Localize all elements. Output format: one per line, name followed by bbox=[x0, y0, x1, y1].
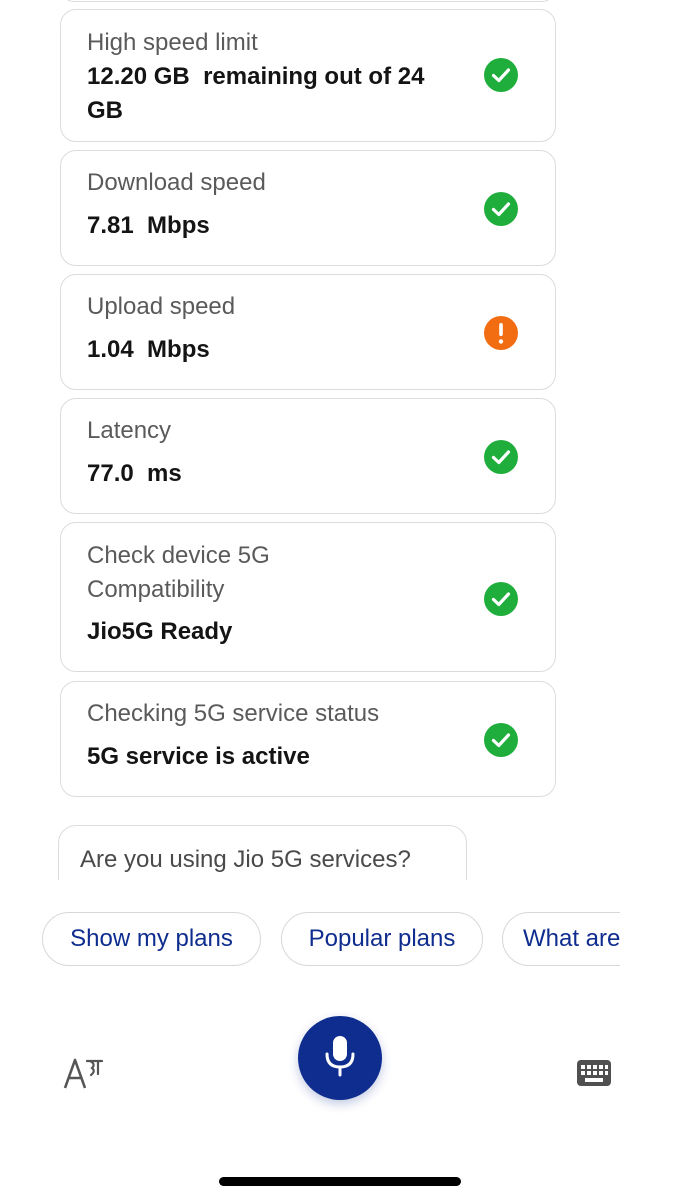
check-label: Download speed bbox=[87, 169, 266, 196]
check-value: 77.0 ms bbox=[87, 460, 182, 487]
chat-fade-divider bbox=[0, 880, 679, 898]
check-card-5g-compatibility: Check device 5G Compatibility Jio5G Read… bbox=[60, 522, 556, 672]
status-ok-icon bbox=[483, 722, 519, 758]
status-ok-icon bbox=[483, 191, 519, 227]
status-ok-icon bbox=[483, 439, 519, 475]
check-value: 7.81 Mbps bbox=[87, 212, 210, 239]
check-card-download-speed: Download speed 7.81 Mbps bbox=[60, 150, 556, 266]
check-card-5g-service-status: Checking 5G service status 5G service is… bbox=[60, 681, 556, 797]
check-label: Checking 5G service status bbox=[87, 700, 380, 727]
chip-show-my-plans[interactable]: Show my plans bbox=[42, 912, 261, 966]
check-value: 12.20 GB remaining out of 24 GB bbox=[87, 63, 432, 124]
chip-what-are[interactable]: What are bbox=[502, 912, 620, 966]
keyboard-icon[interactable] bbox=[576, 1058, 612, 1088]
microphone-icon bbox=[322, 1034, 358, 1083]
previous-card-edge bbox=[60, 0, 556, 2]
check-label: Upload speed bbox=[87, 293, 236, 320]
microphone-button[interactable] bbox=[298, 1016, 382, 1100]
home-indicator[interactable] bbox=[219, 1177, 461, 1186]
check-label: Check device 5G Compatibility bbox=[87, 542, 270, 603]
suggestion-chips: Show my plans Popular plans What are bbox=[0, 912, 620, 968]
language-toggle-icon[interactable] bbox=[62, 1052, 106, 1092]
check-value: Jio5G Ready bbox=[87, 618, 233, 645]
check-value: 5G service is active bbox=[87, 743, 310, 770]
chip-popular-plans[interactable]: Popular plans bbox=[281, 912, 483, 966]
status-ok-icon bbox=[483, 57, 519, 93]
status-ok-icon bbox=[483, 581, 519, 617]
check-label: Latency bbox=[87, 417, 172, 444]
check-card-latency: Latency 77.0 ms bbox=[60, 398, 556, 514]
check-card-upload-speed: Upload speed 1.04 Mbps bbox=[60, 274, 556, 390]
status-warning-icon bbox=[483, 315, 519, 351]
chat-question-text: Are you using Jio 5G services? bbox=[80, 846, 411, 873]
check-card-high-speed-limit: High speed limit 12.20 GB remaining out … bbox=[60, 9, 556, 142]
check-label: High speed limit bbox=[87, 29, 258, 56]
check-value: 1.04 Mbps bbox=[87, 336, 210, 363]
